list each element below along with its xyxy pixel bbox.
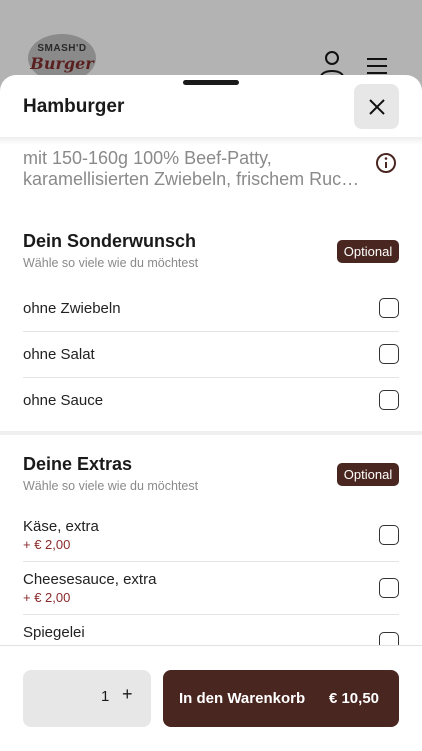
description-line: karamellisierten Zwiebeln, frischem Ruco… bbox=[23, 169, 363, 189]
group-subtitle: Wähle so viele wie du möchtest bbox=[23, 479, 199, 493]
optional-badge: Optional bbox=[337, 240, 399, 263]
sheet-grabber[interactable] bbox=[183, 80, 239, 85]
divider bbox=[23, 331, 399, 332]
option-checkbox[interactable] bbox=[379, 298, 399, 318]
option-label: ohne Salat bbox=[23, 345, 95, 363]
option-ohne-salat[interactable]: ohne Salat bbox=[23, 334, 399, 374]
product-description: mit 150-160g 100% Beef-Patty, karamellis… bbox=[23, 148, 363, 190]
option-label: Cheesesauce, extra bbox=[23, 571, 157, 588]
optional-badge: Optional bbox=[337, 463, 399, 486]
divider bbox=[23, 377, 399, 378]
info-icon[interactable] bbox=[375, 152, 397, 174]
quantity-stepper[interactable]: 1 + bbox=[23, 670, 151, 727]
option-label: ohne Zwiebeln bbox=[23, 299, 121, 317]
total-price: € 10,50 bbox=[328, 690, 379, 707]
option-price: + € 2,00 bbox=[23, 537, 71, 552]
increment-button[interactable]: + bbox=[122, 684, 133, 705]
divider bbox=[23, 561, 399, 562]
cart-footer: 1 + In den Warenkorb € 10,50 bbox=[0, 645, 422, 751]
divider bbox=[23, 614, 399, 615]
option-price: + € 2,00 bbox=[23, 590, 71, 605]
option-ohne-sauce[interactable]: ohne Sauce bbox=[23, 380, 399, 420]
close-icon bbox=[368, 98, 385, 115]
menu-icon[interactable] bbox=[365, 56, 389, 76]
option-checkbox[interactable] bbox=[379, 344, 399, 364]
option-checkbox[interactable] bbox=[379, 578, 399, 598]
logo-text-top: SMASH'D bbox=[37, 43, 87, 54]
option-label: Spiegelei bbox=[23, 624, 85, 641]
section-separator bbox=[0, 431, 422, 435]
add-to-cart-label: In den Warenkorb bbox=[179, 690, 306, 707]
option-kaese-extra[interactable]: Käse, extra + € 2,00 bbox=[23, 515, 399, 555]
product-title: Hamburger bbox=[23, 96, 125, 117]
description-line: mit 150-160g 100% Beef-Patty, bbox=[23, 148, 272, 168]
option-ohne-zwiebeln[interactable]: ohne Zwiebeln bbox=[23, 288, 399, 328]
user-icon[interactable] bbox=[319, 50, 345, 78]
option-cheesesauce-extra[interactable]: Cheesesauce, extra + € 2,00 bbox=[23, 568, 399, 608]
logo-text-bottom: Burger bbox=[30, 54, 94, 73]
option-checkbox[interactable] bbox=[379, 390, 399, 410]
group-subtitle: Wähle so viele wie du möchtest bbox=[23, 256, 199, 270]
close-button[interactable] bbox=[354, 84, 399, 129]
title-divider bbox=[0, 137, 422, 145]
add-to-cart-button[interactable]: In den Warenkorb € 10,50 bbox=[163, 670, 399, 727]
option-label: Käse, extra bbox=[23, 518, 99, 535]
quantity-value: 1 bbox=[101, 688, 110, 705]
option-text: Käse, extra + € 2,00 bbox=[23, 518, 99, 552]
option-text: Cheesesauce, extra + € 2,00 bbox=[23, 571, 156, 605]
group-title-extras: Deine Extras bbox=[23, 454, 133, 474]
option-checkbox[interactable] bbox=[379, 525, 399, 545]
option-label: ohne Sauce bbox=[23, 391, 104, 409]
group-title-sonderwunsch: Dein Sonderwunsch bbox=[23, 231, 197, 251]
